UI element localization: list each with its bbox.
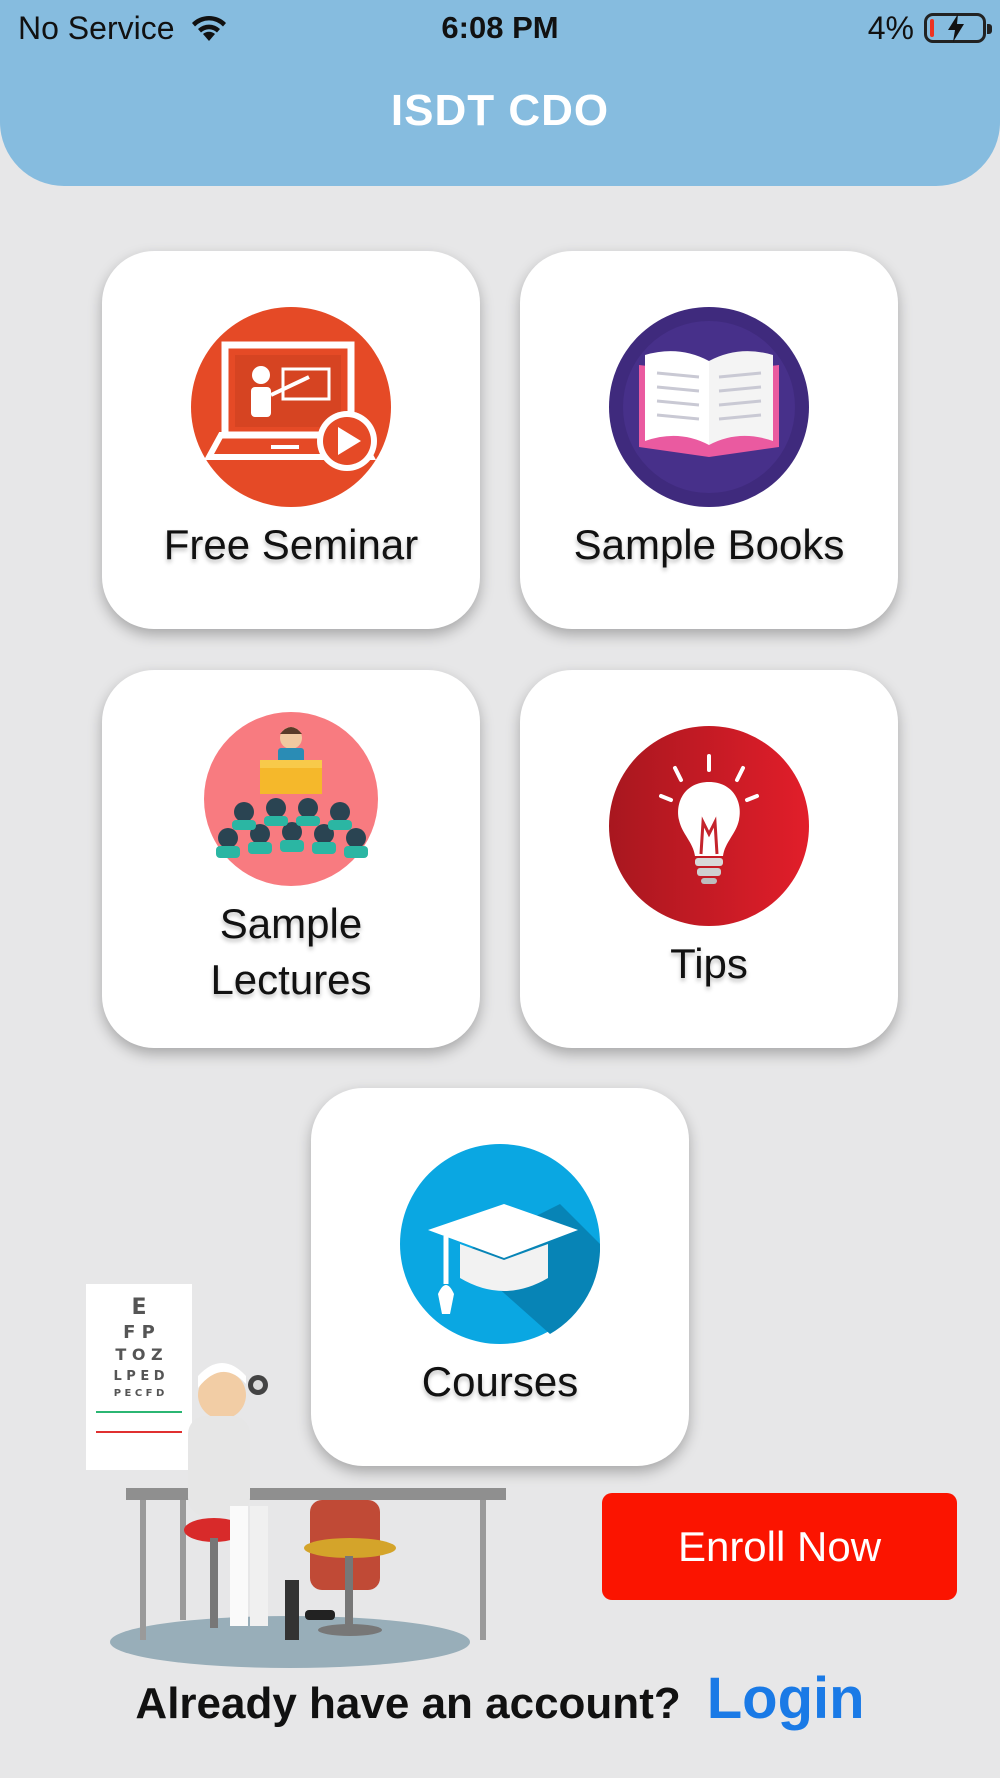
status-time: 6:08 PM	[441, 10, 559, 45]
svg-text:T O Z: T O Z	[115, 1345, 162, 1364]
open-book-icon	[609, 307, 809, 507]
sample-lectures-card[interactable]: Sample Lectures	[102, 670, 480, 1048]
account-prompt-text: Already have an account?	[135, 1679, 681, 1728]
free-seminar-card[interactable]: Free Seminar	[102, 251, 480, 629]
courses-card[interactable]: Courses	[311, 1088, 689, 1466]
lightbulb-icon	[609, 726, 809, 926]
tips-label: Tips	[670, 940, 748, 987]
sample-lectures-label-line1: Sample	[219, 900, 363, 947]
status-right: 4%	[867, 6, 992, 50]
login-link[interactable]: Login	[707, 1665, 865, 1732]
seminar-video-icon	[191, 307, 391, 507]
sample-books-card[interactable]: Sample Books	[520, 251, 898, 629]
sample-books-label: Sample Books	[573, 521, 845, 568]
svg-text:F P: F P	[123, 1322, 155, 1343]
sample-lectures-label-line2: Lectures	[210, 956, 372, 1003]
graduation-cap-icon	[400, 1144, 600, 1344]
free-seminar-label: Free Seminar	[163, 521, 419, 568]
svg-text:L P E D: L P E D	[113, 1369, 164, 1384]
svg-text:P E C F D: P E C F D	[114, 1388, 165, 1399]
battery-icon	[924, 13, 992, 43]
courses-label: Courses	[421, 1358, 579, 1405]
lecture-audience-icon	[204, 712, 378, 886]
app-header: No Service 6:08 PM 4% ISDT CDO	[0, 0, 1000, 186]
svg-text:E: E	[131, 1295, 146, 1320]
login-prompt: Already have an account? Login	[0, 1665, 1000, 1732]
battery-percent: 4%	[867, 10, 914, 46]
app-title: ISDT CDO	[390, 86, 610, 135]
tips-card[interactable]: Tips	[520, 670, 898, 1048]
enroll-now-button[interactable]: Enroll Now	[602, 1493, 957, 1600]
